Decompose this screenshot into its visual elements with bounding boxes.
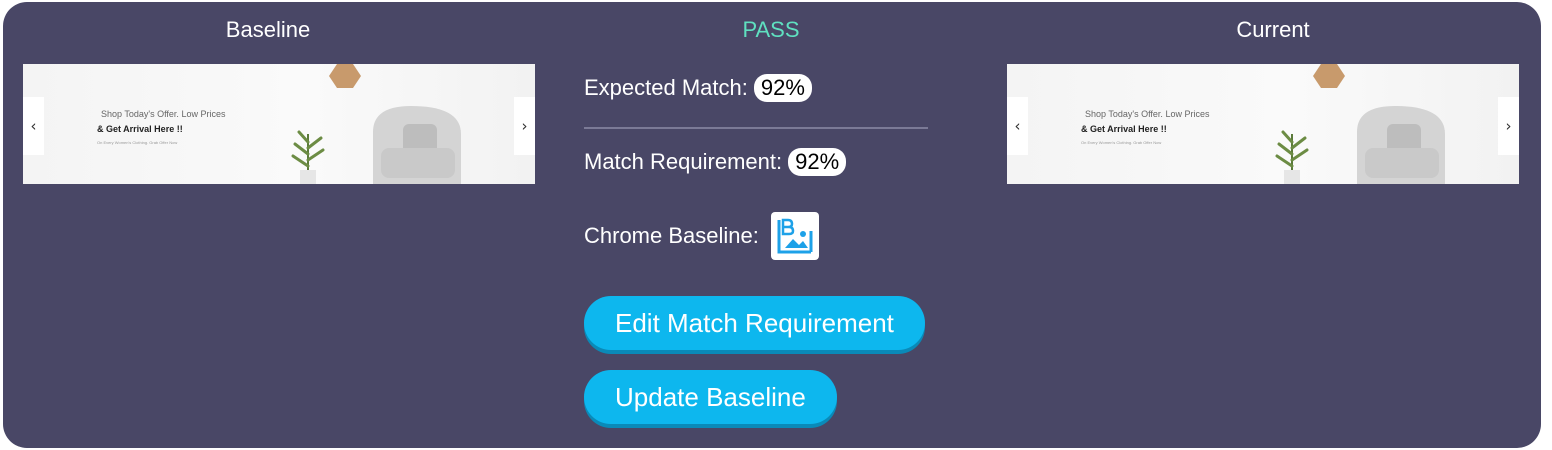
match-requirement-row: Match Requirement: 92% bbox=[584, 148, 847, 176]
chevron-right-icon: › bbox=[521, 117, 528, 135]
banner-caption: On Every Women's Clothing. Grab Offer No… bbox=[1081, 140, 1162, 145]
match-requirement-label: Match Requirement: bbox=[584, 149, 783, 174]
baseline-image-icon[interactable] bbox=[770, 212, 819, 260]
chevron-left-icon: ‹ bbox=[1014, 117, 1021, 135]
chrome-baseline-row: Chrome Baseline: bbox=[584, 212, 819, 260]
current-title: Current bbox=[1236, 17, 1310, 42]
comparison-details: Expected Match: 92% Match Requirement: 9… bbox=[584, 2, 964, 448]
comparison-panel: Baseline PASS Current Shop Today's Offer… bbox=[3, 2, 1541, 448]
carousel-prev-button[interactable]: ‹ bbox=[1007, 97, 1028, 155]
baseline-title: Baseline bbox=[225, 17, 311, 42]
banner-caption: On Every Women's Clothing. Grab Offer No… bbox=[97, 140, 178, 145]
baseline-screenshot[interactable]: Shop Today's Offer. Low Prices & Get Arr… bbox=[23, 64, 535, 184]
banner-subheadline: & Get Arrival Here !! bbox=[97, 124, 183, 134]
chevron-right-icon: › bbox=[1505, 117, 1512, 135]
banner-subheadline: & Get Arrival Here !! bbox=[1081, 124, 1167, 134]
banner-headline: Shop Today's Offer. Low Prices bbox=[1085, 109, 1210, 119]
divider bbox=[584, 127, 928, 129]
carousel-prev-button[interactable]: ‹ bbox=[23, 97, 44, 155]
chrome-baseline-label: Chrome Baseline: bbox=[584, 223, 759, 248]
chair-image bbox=[1357, 106, 1445, 184]
banner-headline: Shop Today's Offer. Low Prices bbox=[101, 109, 226, 119]
edit-match-requirement-button[interactable]: Edit Match Requirement bbox=[584, 296, 925, 350]
plant-image bbox=[1275, 130, 1309, 184]
lamp-image bbox=[329, 64, 361, 88]
chair-image bbox=[373, 106, 461, 184]
expected-match-label: Expected Match: bbox=[584, 75, 748, 100]
expected-match-row: Expected Match: 92% bbox=[584, 74, 812, 102]
carousel-next-button[interactable]: › bbox=[514, 97, 535, 155]
chevron-left-icon: ‹ bbox=[30, 117, 37, 135]
carousel-next-button[interactable]: › bbox=[1498, 97, 1519, 155]
plant-image bbox=[291, 130, 325, 184]
current-screenshot[interactable]: Shop Today's Offer. Low Prices & Get Arr… bbox=[1007, 64, 1519, 184]
match-requirement-value: 92% bbox=[788, 148, 847, 176]
lamp-image bbox=[1313, 64, 1345, 88]
update-baseline-button[interactable]: Update Baseline bbox=[584, 370, 837, 424]
expected-match-value: 92% bbox=[753, 74, 812, 102]
